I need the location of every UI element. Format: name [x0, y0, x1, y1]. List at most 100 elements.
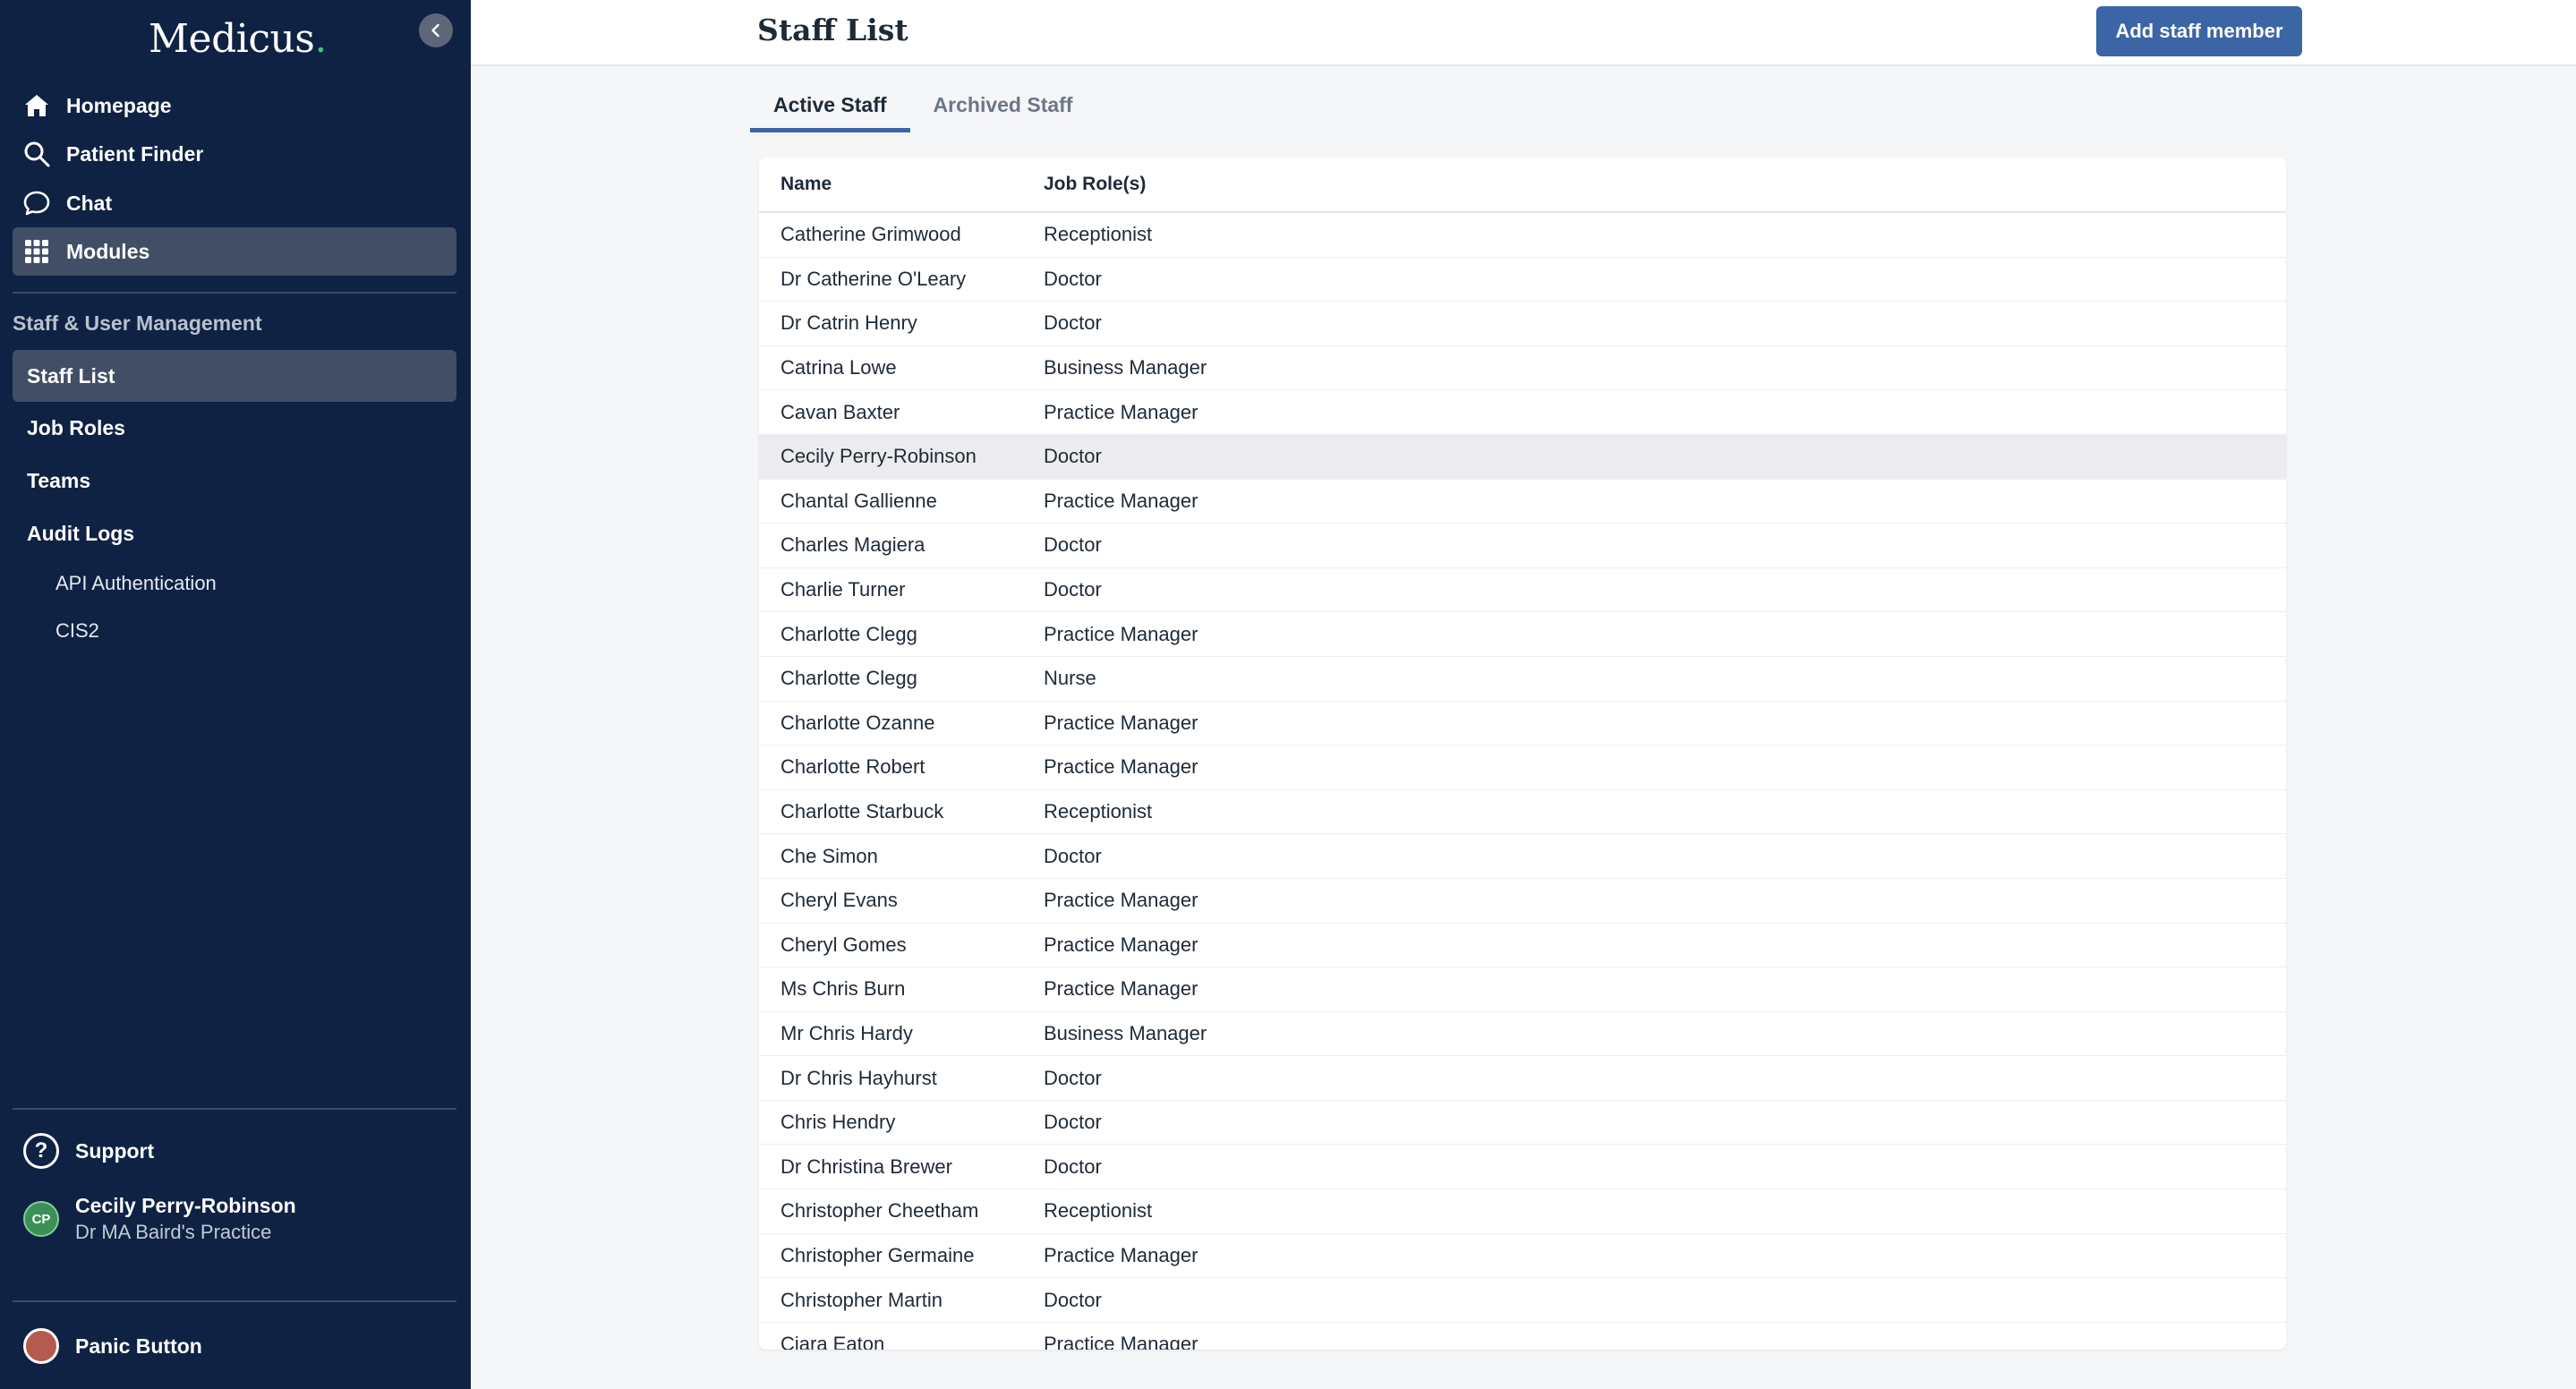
user-practice: Dr MA Baird's Practice — [75, 1221, 272, 1243]
nav-label: Homepage — [66, 93, 172, 117]
tab-active-staff[interactable]: Active Staff — [750, 93, 910, 132]
staff-name-cell: Charles Magiera — [780, 533, 925, 557]
sidebar-item-label: Staff List — [27, 363, 115, 388]
table-row[interactable]: Charlotte Starbuck Receptionist — [759, 790, 2286, 835]
table-row[interactable]: Dr Catrin Henry Doctor — [759, 302, 2286, 346]
job-role-cell: Doctor — [1044, 311, 1102, 335]
job-role-cell: Doctor — [1044, 1155, 1102, 1178]
table-row[interactable]: Ciara Eaton Practice Manager — [759, 1323, 2286, 1350]
nav-label: Patient Finder — [66, 141, 204, 166]
job-role-cell: Practice Manager — [1044, 489, 1198, 512]
table-row[interactable]: Christopher Germaine Practice Manager — [759, 1234, 2286, 1279]
job-role-cell: Receptionist — [1044, 223, 1153, 246]
job-role-cell: Business Manager — [1044, 356, 1207, 379]
table-row[interactable]: Charlotte Clegg Nurse — [759, 657, 2286, 702]
sidebar-item-job-roles[interactable]: Job Roles — [13, 402, 456, 454]
sidebar-item-audit-logs[interactable]: Audit Logs — [13, 507, 456, 559]
page-title: Staff List — [757, 13, 908, 47]
job-role-cell: Doctor — [1044, 1066, 1102, 1089]
sidebar-divider — [13, 292, 456, 294]
staff-name-cell: Charlotte Robert — [780, 755, 925, 779]
staff-name-cell: Christopher Martin — [780, 1288, 943, 1311]
sidebar-item-label: Job Roles — [27, 415, 125, 439]
job-role-cell: Doctor — [1044, 533, 1102, 557]
table-row[interactable]: Chris Hendry Doctor — [759, 1101, 2286, 1146]
job-role-cell: Practice Manager — [1044, 711, 1198, 734]
support-link[interactable]: ? Support — [23, 1133, 154, 1169]
staff-name-cell: Dr Christina Brewer — [780, 1155, 952, 1178]
staff-name-cell: Charlotte Clegg — [780, 622, 917, 645]
nav-item-modules[interactable]: Modules — [13, 227, 456, 276]
staff-name-cell: Cecily Perry-Robinson — [780, 445, 977, 468]
table-row[interactable]: Christopher Cheetham Receptionist — [759, 1189, 2286, 1234]
staff-name-cell: Dr Catrin Henry — [780, 311, 917, 335]
table-row[interactable]: Dr Catherine O'Leary Doctor — [759, 258, 2286, 303]
sidebar-item-api-authentication[interactable]: API Authentication — [55, 566, 217, 601]
column-header-name[interactable]: Name — [759, 174, 1044, 195]
table-row[interactable]: Ms Chris Burn Practice Manager — [759, 967, 2286, 1012]
sidebar-item-label: Teams — [27, 468, 91, 492]
job-role-cell: Practice Manager — [1044, 977, 1198, 1001]
grid-icon — [21, 236, 52, 267]
table-row[interactable]: Catherine Grimwood Receptionist — [759, 213, 2286, 258]
collapse-sidebar-button[interactable] — [419, 13, 453, 47]
table-row[interactable]: Charles Magiera Doctor — [759, 524, 2286, 568]
add-staff-member-button[interactable]: Add staff member — [2096, 6, 2302, 56]
staff-name-cell: Che Simon — [780, 844, 878, 867]
staff-name-cell: Cavan Baxter — [780, 400, 900, 423]
nav-item-patient-finder[interactable]: Patient Finder — [13, 130, 456, 178]
table-header: Name Job Role(s) — [759, 158, 2286, 213]
top-bar: Staff List Add staff member — [471, 0, 2576, 66]
table-row[interactable]: Dr Chris Hayhurst Doctor — [759, 1056, 2286, 1101]
table-row[interactable]: Christopher Martin Doctor — [759, 1278, 2286, 1323]
table-row[interactable]: Catrina Lowe Business Manager — [759, 346, 2286, 391]
table-row[interactable]: Cheryl Gomes Practice Manager — [759, 924, 2286, 968]
table-row[interactable]: Charlotte Robert Practice Manager — [759, 746, 2286, 790]
job-role-cell: Business Manager — [1044, 1021, 1207, 1044]
table-row[interactable]: Charlie Turner Doctor — [759, 568, 2286, 613]
job-role-cell: Doctor — [1044, 267, 1102, 290]
table-row[interactable]: Dr Christina Brewer Doctor — [759, 1145, 2286, 1190]
table-row[interactable]: Charlotte Clegg Practice Manager — [759, 612, 2286, 657]
staff-name-cell: Charlotte Clegg — [780, 667, 917, 690]
job-role-cell: Practice Manager — [1044, 889, 1198, 912]
staff-name-cell: Catherine Grimwood — [780, 223, 961, 246]
search-icon — [21, 139, 52, 169]
sidebar-item-staff-list[interactable]: Staff List — [13, 350, 456, 402]
job-role-cell: Doctor — [1044, 1288, 1102, 1311]
table-row[interactable]: Cecily Perry-Robinson Doctor — [759, 434, 2286, 480]
staff-name-cell: Dr Chris Hayhurst — [780, 1066, 937, 1089]
column-header-job-roles[interactable]: Job Role(s) — [1044, 174, 2286, 195]
sidebar-item-cis2[interactable]: CIS2 — [55, 613, 99, 649]
nav-item-homepage[interactable]: Homepage — [13, 81, 456, 130]
panic-icon — [23, 1328, 59, 1364]
table-body[interactable]: Catherine Grimwood Receptionist Dr Catheri… — [759, 213, 2286, 1350]
table-row[interactable]: Mr Chris Hardy Business Manager — [759, 1012, 2286, 1057]
staff-name-cell: Cheryl Evans — [780, 889, 898, 912]
table-row[interactable]: Charlotte Ozanne Practice Manager — [759, 702, 2286, 746]
user-name: Cecily Perry-Robinson — [75, 1194, 296, 1217]
staff-name-cell: Ciara Eaton — [780, 1333, 885, 1350]
nav-label: Chat — [66, 191, 113, 215]
staff-tabs: Active Staff Archived Staff — [750, 93, 1096, 132]
nav-item-chat[interactable]: Chat — [13, 179, 456, 227]
staff-name-cell: Christopher Germaine — [780, 1243, 975, 1266]
job-role-cell: Practice Manager — [1044, 622, 1198, 645]
tab-archived-staff[interactable]: Archived Staff — [910, 93, 1096, 132]
staff-name-cell: Ms Chris Burn — [780, 977, 906, 1001]
staff-name-cell: Mr Chris Hardy — [780, 1021, 913, 1044]
staff-name-cell: Dr Catherine O'Leary — [780, 267, 967, 290]
table-row[interactable]: Che Simon Doctor — [759, 834, 2286, 879]
brand-logo[interactable]: Medicus. — [149, 16, 327, 62]
panic-button[interactable]: Panic Button — [23, 1328, 202, 1364]
user-profile[interactable]: CP Cecily Perry-Robinson Dr MA Baird's P… — [23, 1192, 296, 1246]
sidebar-item-teams[interactable]: Teams — [13, 455, 456, 507]
staff-name-cell: Christopher Cheetham — [780, 1199, 979, 1223]
table-row[interactable]: Cheryl Evans Practice Manager — [759, 879, 2286, 924]
job-role-cell: Receptionist — [1044, 800, 1153, 823]
table-row[interactable]: Chantal Gallienne Practice Manager — [759, 480, 2286, 524]
help-icon: ? — [23, 1133, 59, 1169]
sidebar-item-label: API Authentication — [55, 572, 217, 594]
table-row[interactable]: Cavan Baxter Practice Manager — [759, 390, 2286, 435]
sidebar-item-label: Audit Logs — [27, 521, 135, 545]
